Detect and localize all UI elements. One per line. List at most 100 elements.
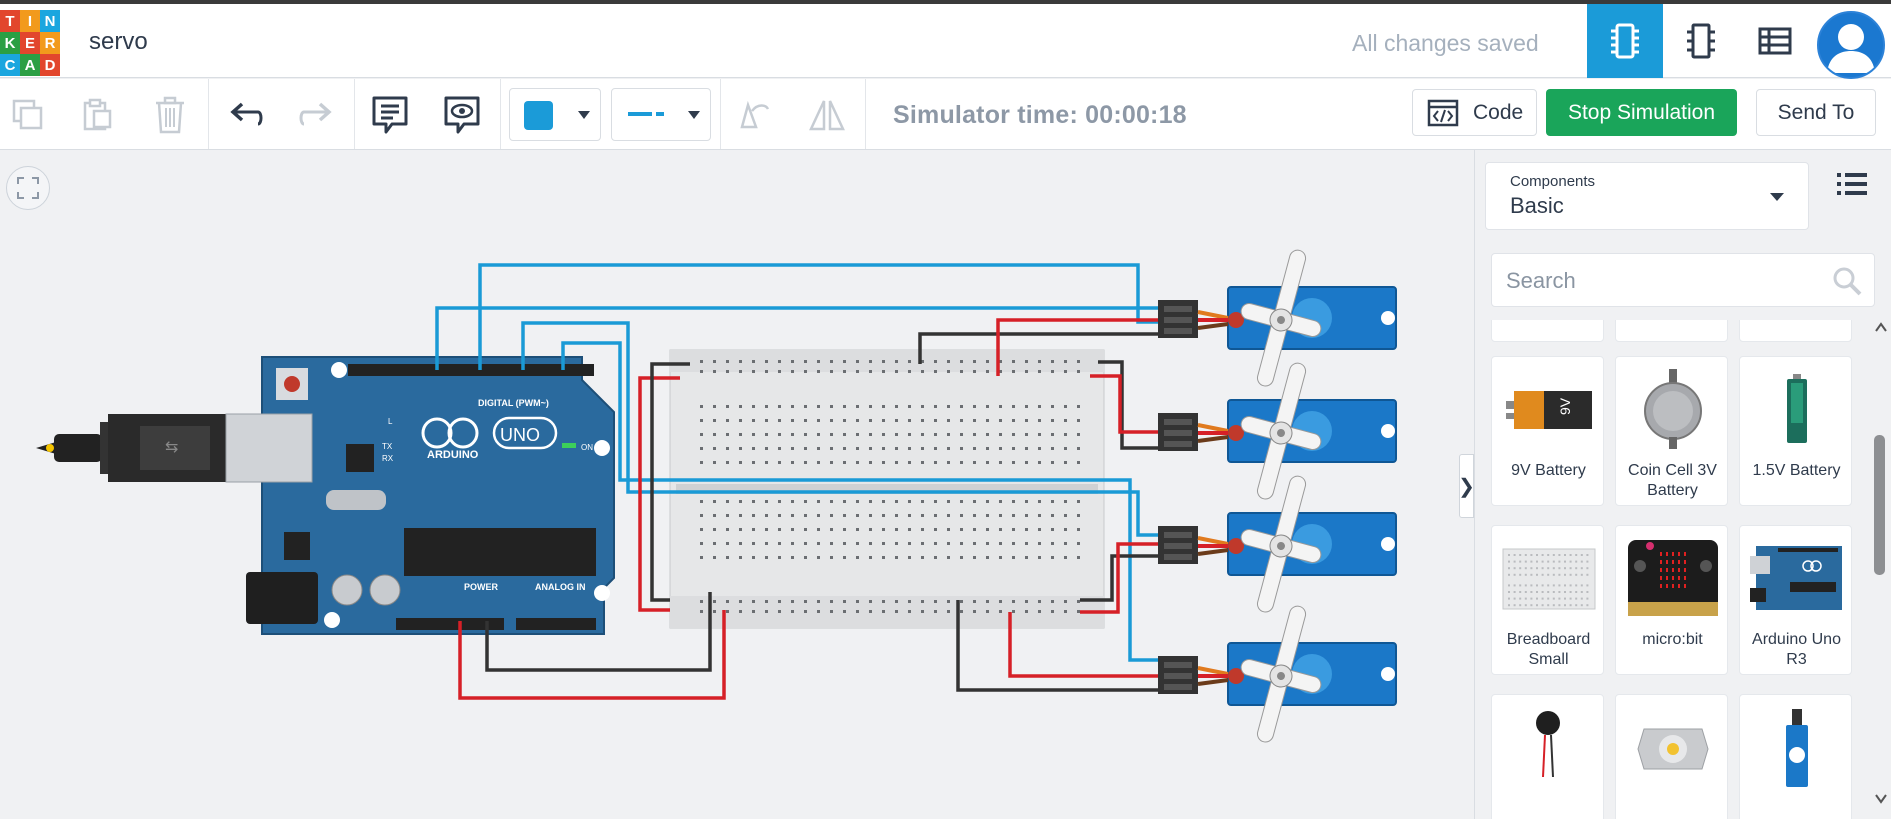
flip-button[interactable]	[805, 93, 849, 137]
svg-text:⇆: ⇆	[165, 437, 178, 456]
chevron-right-icon: ❯	[1458, 475, 1475, 498]
wire-style-icon	[628, 112, 664, 116]
simulator-time: Simulator time: 00:00:18	[893, 101, 1187, 129]
notes-icon	[372, 96, 408, 134]
tinkercad-logo[interactable]: TINKERCAD	[0, 10, 60, 76]
search-icon[interactable]	[1832, 266, 1862, 296]
fill-color-swatch	[524, 101, 553, 130]
panel-scrollbar[interactable]	[1870, 320, 1891, 819]
circuit-view-button[interactable]	[1587, 4, 1663, 78]
component-name: 1.5V Battery	[1752, 462, 1841, 479]
notes-button[interactable]	[368, 93, 412, 137]
component-list-button[interactable]	[1737, 4, 1813, 78]
servo-motors[interactable]	[1158, 240, 1397, 752]
on-led-label: ON	[581, 443, 593, 452]
breadboard[interactable]	[669, 349, 1105, 629]
logo-letter: A	[20, 54, 40, 76]
component-card-dc-motor[interactable]	[1615, 694, 1728, 819]
delete-icon	[156, 96, 184, 134]
scrollbar-thumb[interactable]	[1874, 435, 1885, 575]
servo-motor[interactable]	[1158, 596, 1397, 752]
component-card-vibration-motor[interactable]	[1491, 694, 1604, 819]
fill-color-dropdown[interactable]	[509, 88, 601, 141]
digital-pins-label: DIGITAL (PWM~)	[478, 398, 549, 408]
toolbar-divider	[720, 79, 721, 149]
paste-button[interactable]	[76, 93, 120, 137]
component-card-9v-battery[interactable]: 9V 9V Battery	[1491, 356, 1604, 506]
component-card-servo[interactable]	[1739, 694, 1852, 819]
servo-motor[interactable]	[1158, 466, 1397, 622]
board-brand-label: ARDUINO	[427, 449, 479, 461]
analog-pins-label: ANALOG IN	[535, 582, 586, 592]
logo-letter: K	[0, 32, 20, 54]
user-avatar[interactable]	[1817, 11, 1885, 79]
component-name: Coin Cell 3V Battery	[1628, 462, 1717, 499]
toolbar-divider	[865, 79, 866, 149]
servo-motor[interactable]	[1158, 240, 1397, 396]
panel-collapse-button[interactable]: ❯	[1458, 454, 1475, 518]
user-avatar-icon	[1827, 24, 1875, 73]
notes-visibility-button[interactable]	[440, 93, 484, 137]
servo-icon	[1786, 709, 1808, 787]
tx-led-label: TX	[382, 442, 393, 451]
arduino-uno-board[interactable]: ARDUINO UNO DIGITAL (PWM~) POWER ANALOG …	[225, 356, 615, 635]
schematic-view-button[interactable]	[1663, 4, 1739, 78]
scroll-up-icon[interactable]	[1875, 322, 1887, 332]
list-view-icon	[1837, 173, 1867, 195]
component-name: micro:bit	[1642, 631, 1703, 648]
redo-button[interactable]	[294, 93, 338, 137]
logo-letter: T	[0, 10, 20, 32]
undo-icon	[230, 102, 263, 126]
undo-button[interactable]	[224, 93, 268, 137]
toolbar-divider	[500, 79, 501, 149]
component-card[interactable]	[1491, 320, 1604, 342]
component-card-coin-cell[interactable]: Coin Cell 3V Battery	[1615, 356, 1728, 506]
component-card[interactable]	[1739, 320, 1852, 342]
logo-letter: C	[0, 54, 20, 76]
component-list-icon	[1758, 27, 1792, 55]
component-card-aa-battery[interactable]: 1.5V Battery	[1739, 356, 1852, 506]
save-status: All changes saved	[1352, 30, 1539, 56]
component-name: Arduino Uno R3	[1752, 631, 1841, 668]
copy-icon	[12, 99, 43, 130]
dc-motor-icon	[1637, 728, 1709, 770]
circuit-canvas[interactable]: ⇆ ARDUINO UNO DIGITAL (PWM~) POWER ANALO…	[0, 150, 1475, 819]
project-title[interactable]: servo	[89, 28, 148, 56]
search-input[interactable]	[1506, 266, 1826, 296]
component-name: Breadboard Small	[1506, 631, 1591, 668]
components-dropdown[interactable]: Components Basic	[1485, 162, 1809, 230]
stop-simulation-button[interactable]: Stop Simulation	[1546, 89, 1737, 136]
component-grid: 9V 9V Battery Coin Cell 3V Battery 1.5V …	[1475, 320, 1877, 819]
wire-type-dropdown[interactable]	[611, 88, 711, 141]
circuit-view-icon	[1611, 23, 1639, 59]
delete-button[interactable]	[148, 93, 192, 137]
component-card-breadboard-small[interactable]: Breadboard Small	[1491, 525, 1604, 675]
component-card[interactable]	[1615, 320, 1728, 342]
send-to-button[interactable]: Send To	[1756, 89, 1876, 136]
scroll-down-icon[interactable]	[1875, 794, 1887, 804]
battery-aa-icon	[1787, 374, 1807, 443]
paste-icon	[83, 98, 112, 131]
logo-letter: I	[20, 10, 40, 32]
toolbar-divider	[354, 79, 355, 149]
rx-led-label: RX	[382, 454, 394, 463]
toolbar-divider	[208, 79, 209, 149]
component-search	[1491, 253, 1875, 307]
components-dropdown-label: Components	[1510, 173, 1596, 190]
servo-motor[interactable]	[1158, 353, 1397, 509]
copy-button[interactable]	[6, 93, 50, 137]
rotate-button[interactable]	[732, 93, 776, 137]
circuit-drawing[interactable]: ⇆ ARDUINO UNO DIGITAL (PWM~) POWER ANALO…	[0, 150, 1474, 819]
chevron-down-icon	[578, 111, 590, 119]
list-view-button[interactable]	[1835, 170, 1875, 210]
notes-visibility-icon	[444, 96, 480, 134]
editor-toolbar: Simulator time: 00:00:18 Code Stop Simul…	[0, 79, 1891, 150]
microbit-icon	[1628, 540, 1718, 616]
component-card-microbit[interactable]: micro:bit	[1615, 525, 1728, 675]
redo-icon	[299, 102, 332, 126]
chevron-down-icon	[688, 111, 700, 119]
app-header: TINKERCAD servo All changes saved	[0, 4, 1891, 79]
code-button[interactable]: Code	[1412, 89, 1537, 136]
component-card-arduino-uno[interactable]: Arduino Uno R3	[1739, 525, 1852, 675]
logo-letter: D	[40, 54, 60, 76]
